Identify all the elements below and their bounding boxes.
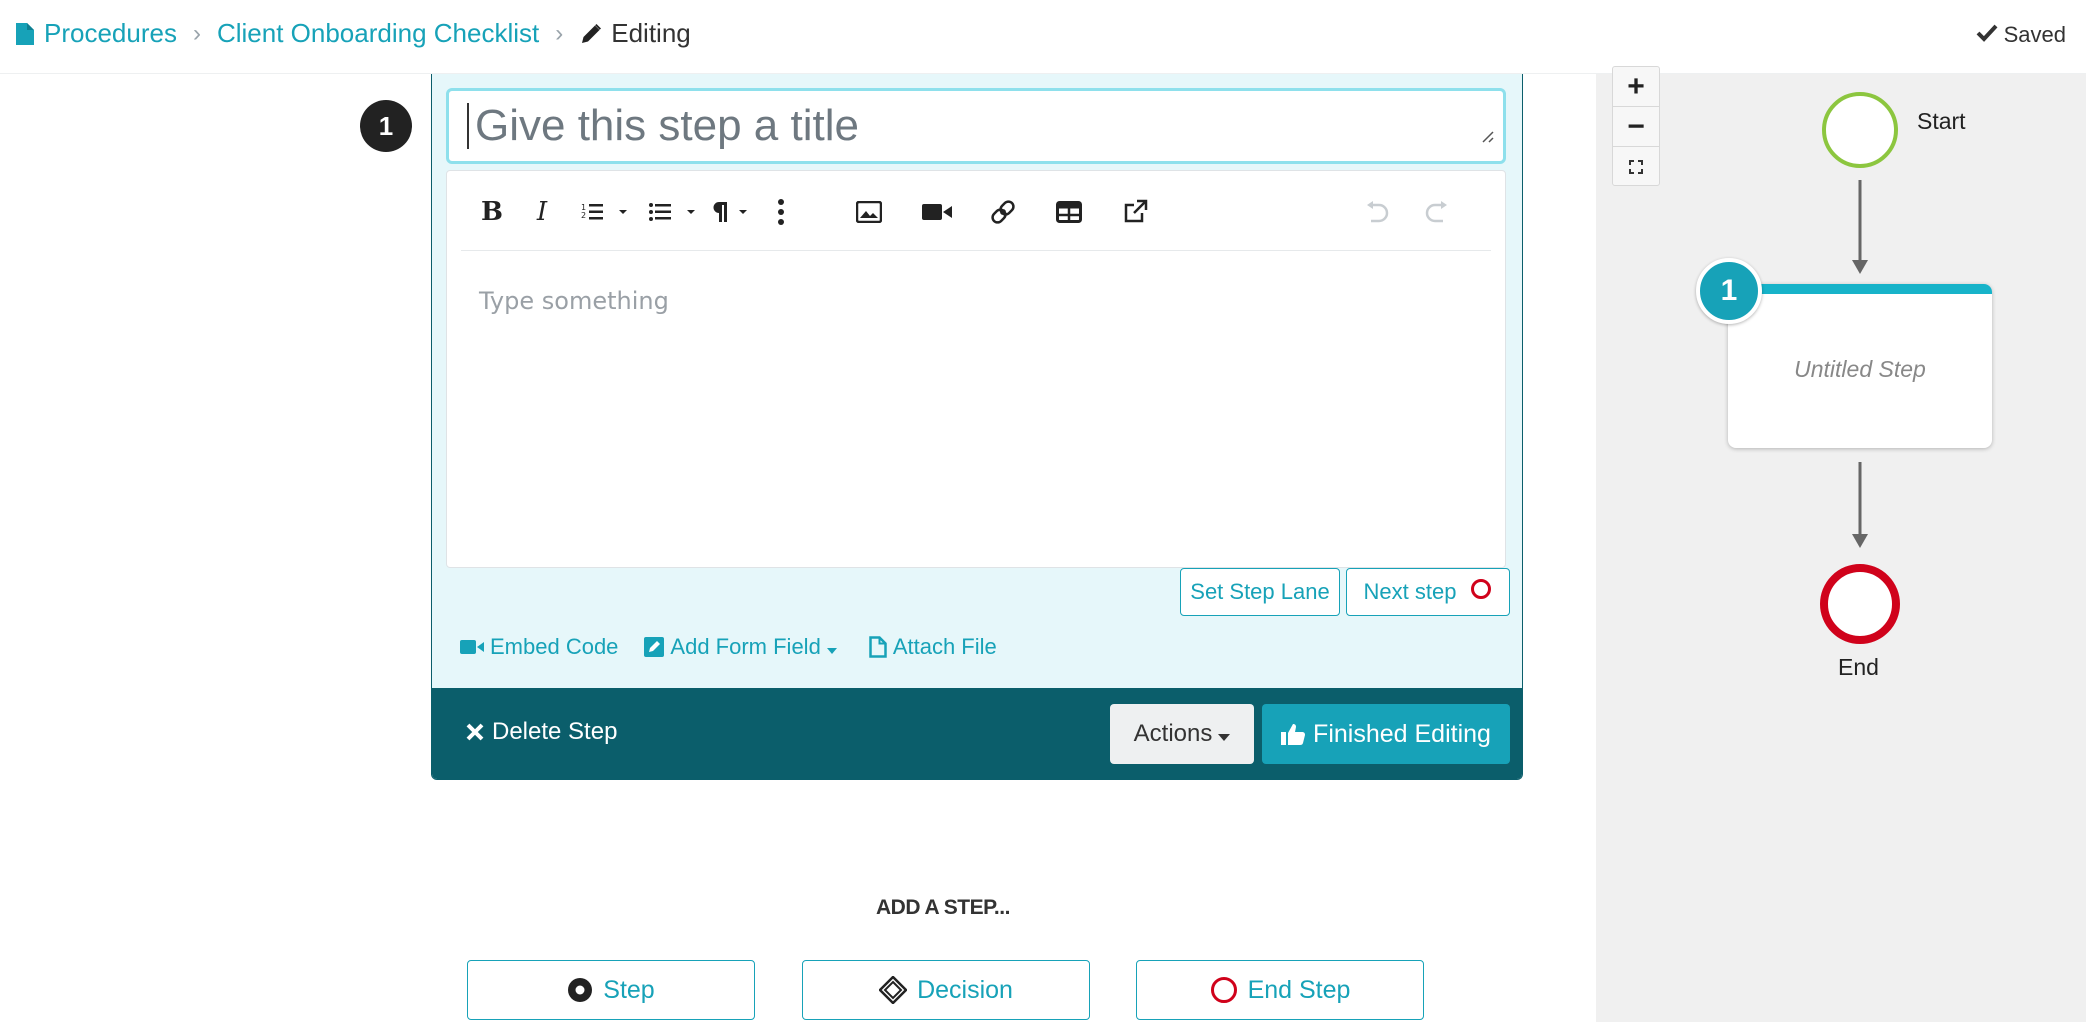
actions-label: Actions <box>1133 720 1213 747</box>
video-icon <box>922 204 952 220</box>
add-step-button[interactable]: Step <box>467 960 755 1020</box>
external-link-icon <box>1124 199 1148 223</box>
svg-text:2: 2 <box>581 211 586 220</box>
link-icon <box>991 200 1015 224</box>
editor-placeholder: Type something <box>479 287 669 315</box>
attach-file-link[interactable]: Attach File <box>869 634 997 660</box>
breadcrumb-procedure[interactable]: Client Onboarding Checklist <box>217 18 539 49</box>
embed-code-link[interactable]: Embed Code <box>460 634 618 660</box>
saved-label: Saved <box>2003 22 2066 47</box>
delete-step-button[interactable]: Delete Step <box>466 718 617 746</box>
vertical-dots-icon <box>778 199 784 225</box>
table-icon <box>1056 201 1082 223</box>
add-step-label: Step <box>603 975 655 1004</box>
caret-down-icon <box>826 634 843 660</box>
chevron-right-icon: › <box>555 19 564 47</box>
start-node[interactable] <box>1822 92 1898 168</box>
end-label: End <box>1838 654 1879 680</box>
external-link-button[interactable] <box>1117 195 1153 229</box>
top-bar: Procedures › Client Onboarding Checklist… <box>0 0 2086 74</box>
close-icon <box>466 723 484 741</box>
decision-diamond-icon <box>879 976 908 1004</box>
step-number-badge: 1 <box>360 100 412 152</box>
chevron-right-icon: › <box>192 19 201 47</box>
dot-circle-icon <box>568 978 593 1002</box>
insert-link-button[interactable] <box>985 195 1021 229</box>
editor-toolbar: B I 12 <box>461 171 1491 251</box>
breadcrumb-procedures[interactable]: Procedures <box>44 18 177 49</box>
pencil-icon <box>579 22 603 46</box>
page: Procedures › Client Onboarding Checklist… <box>0 0 2086 1022</box>
image-icon <box>856 201 882 223</box>
rich-text-editor[interactable]: B I 12 Type something <box>446 170 1506 568</box>
diagram-step-number: 1 <box>1696 258 1762 324</box>
text-caret <box>467 103 469 149</box>
add-form-field-label: Add Form Field <box>670 634 821 659</box>
saved-status: Saved <box>1976 22 2066 48</box>
insert-table-button[interactable] <box>1051 195 1087 229</box>
arrow-head <box>1852 534 1868 548</box>
insert-image-button[interactable] <box>851 195 887 229</box>
bullet-list-button[interactable] <box>643 195 703 229</box>
next-step-label: Next step <box>1363 579 1457 604</box>
step-node-label: Untitled Step <box>1794 356 1926 382</box>
embed-code-label: Embed Code <box>490 634 619 659</box>
step-node-bar <box>1728 284 1992 294</box>
add-decision-button[interactable]: Decision <box>802 960 1090 1020</box>
delete-step-label: Delete Step <box>492 718 618 745</box>
add-step-heading: ADD A STEP... <box>876 896 1010 919</box>
actions-dropdown[interactable]: Actions <box>1110 704 1254 764</box>
bold-button[interactable]: B <box>477 195 507 229</box>
italic-button[interactable]: I <box>527 195 557 229</box>
add-form-field-link[interactable]: Add Form Field <box>644 634 842 660</box>
video-camera-icon <box>460 640 484 654</box>
undo-button[interactable] <box>1363 195 1393 229</box>
check-icon <box>1976 22 2004 48</box>
finished-editing-button[interactable]: Finished Editing <box>1262 704 1510 764</box>
undo-icon <box>1367 201 1389 223</box>
more-options-button[interactable] <box>771 195 791 229</box>
paragraph-icon <box>713 202 747 222</box>
breadcrumb: Procedures › Client Onboarding Checklist… <box>16 18 691 49</box>
set-step-lane-button[interactable]: Set Step Lane <box>1180 568 1340 616</box>
step-title-input[interactable]: Give this step a title <box>446 88 1506 164</box>
redo-button[interactable] <box>1421 195 1451 229</box>
paragraph-format-button[interactable] <box>705 195 755 229</box>
add-end-step-button[interactable]: End Step <box>1136 960 1424 1020</box>
edit-square-icon <box>644 637 665 657</box>
breadcrumb-current: Editing <box>579 18 691 49</box>
caret-down-icon <box>1218 720 1231 748</box>
arrow-head <box>1852 260 1868 274</box>
insert-video-button[interactable] <box>919 195 955 229</box>
next-step-button[interactable]: Next step <box>1346 568 1510 616</box>
flow-diagram <box>1820 92 1900 644</box>
document-icon <box>16 22 34 45</box>
add-end-step-label: End Step <box>1247 975 1351 1004</box>
step-editor-card: Give this step a title B I 12 Type somet… <box>431 74 1523 780</box>
redo-icon <box>1425 201 1447 223</box>
bullet-list-icon <box>649 203 695 221</box>
diagram-step-node[interactable]: Untitled Step <box>1728 284 1992 448</box>
start-label: Start <box>1917 108 1966 134</box>
thumbs-up-icon <box>1281 724 1306 745</box>
attach-file-label: Attach File <box>892 634 997 659</box>
end-circle-icon <box>1470 578 1492 606</box>
file-icon <box>869 636 887 658</box>
finished-editing-label: Finished Editing <box>1313 719 1491 748</box>
ordered-list-icon: 12 <box>581 203 627 220</box>
step-extras: Embed Code Add Form Field Attach File <box>460 634 1023 660</box>
end-circle-icon <box>1210 977 1237 1003</box>
editing-label: Editing <box>611 18 691 48</box>
ordered-list-button[interactable]: 12 <box>575 195 635 229</box>
editor-footer: Delete Step Actions Finished Editing <box>432 688 1522 779</box>
add-decision-label: Decision <box>917 975 1013 1004</box>
end-node[interactable] <box>1820 564 1900 644</box>
step-title-placeholder: Give this step a title <box>475 101 859 150</box>
resize-grip-icon[interactable] <box>1479 105 1495 155</box>
